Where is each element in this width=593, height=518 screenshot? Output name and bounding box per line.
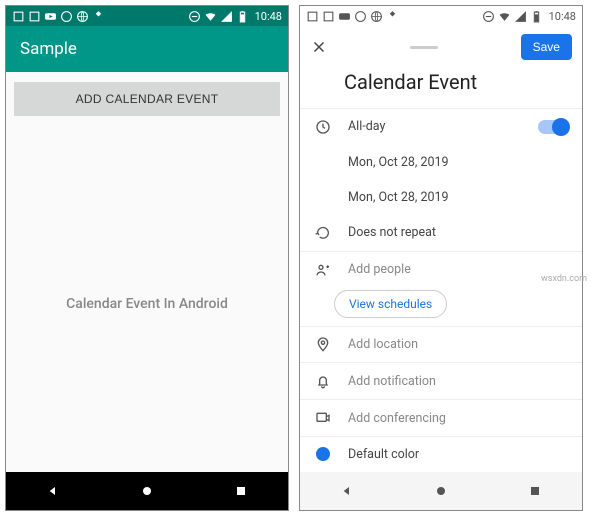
debug-icon	[92, 10, 105, 23]
status-bar: 10:48	[300, 6, 582, 26]
phone-calendar-event: 10:48 Save Calendar Event All-day Mon, O…	[299, 5, 583, 511]
signal-icon	[514, 10, 527, 23]
people-icon	[315, 262, 331, 278]
dnd-icon	[188, 10, 201, 23]
nav-bar	[300, 472, 582, 510]
watermark: wsxdn.com	[541, 274, 587, 284]
editor-header: Save	[300, 26, 582, 64]
location-icon	[315, 336, 331, 352]
view-schedules-chip[interactable]: View schedules	[334, 290, 447, 318]
notification-icon	[60, 10, 73, 23]
wifi-icon	[204, 10, 217, 23]
close-icon[interactable]	[310, 38, 328, 56]
event-editor-body: Save Calendar Event All-day Mon, Oct 28,…	[300, 26, 582, 472]
add-location-label: Add location	[348, 337, 418, 352]
nav-back-icon[interactable]	[45, 483, 61, 499]
color-row[interactable]: Default color	[300, 437, 582, 472]
app-bar: Sample	[6, 26, 288, 72]
allday-label: All-day	[348, 119, 385, 134]
nav-recent-icon[interactable]	[527, 483, 543, 499]
color-dot-icon	[316, 447, 330, 461]
add-conferencing-row[interactable]: Add conferencing	[300, 400, 582, 436]
status-icons-right: 10:48	[482, 10, 576, 23]
globe-icon	[76, 10, 89, 23]
bell-icon	[315, 373, 331, 389]
app-title: Sample	[20, 39, 77, 59]
add-notification-row[interactable]: Add notification	[300, 363, 582, 399]
start-date-text: Mon, Oct 28, 2019	[348, 155, 449, 170]
square-icon	[322, 10, 335, 23]
add-people-row[interactable]: Add people	[300, 252, 582, 288]
add-conferencing-label: Add conferencing	[348, 411, 446, 426]
allday-toggle[interactable]	[538, 120, 568, 134]
nav-bar	[6, 472, 288, 510]
repeat-icon	[315, 225, 331, 241]
nav-back-icon[interactable]	[339, 483, 355, 499]
square-icon	[12, 10, 25, 23]
status-icons-right: 10:48	[188, 10, 282, 23]
app-body: ADD CALENDAR EVENT Calendar Event In And…	[6, 72, 288, 472]
add-location-row[interactable]: Add location	[300, 326, 582, 362]
event-title[interactable]: Calendar Event	[300, 64, 582, 108]
nav-home-icon[interactable]	[433, 483, 449, 499]
nav-home-icon[interactable]	[139, 483, 155, 499]
repeat-row[interactable]: Does not repeat	[300, 215, 582, 251]
signal-icon	[220, 10, 233, 23]
dnd-icon	[482, 10, 495, 23]
clock-icon	[315, 119, 331, 135]
youtube-icon	[338, 10, 351, 23]
start-date-row[interactable]: Mon, Oct 28, 2019	[300, 145, 582, 180]
end-date-row[interactable]: Mon, Oct 28, 2019	[300, 180, 582, 215]
phone-sample-app: 10:48 Sample ADD CALENDAR EVENT Calendar…	[5, 5, 289, 511]
center-caption: Calendar Event In Android	[66, 296, 228, 312]
add-people-label: Add people	[348, 262, 411, 277]
square-icon	[28, 10, 41, 23]
status-icons-left	[306, 10, 399, 23]
status-icons-left	[12, 10, 105, 23]
repeat-label: Does not repeat	[348, 225, 436, 240]
default-color-label: Default color	[348, 447, 419, 462]
add-notification-label: Add notification	[348, 374, 436, 389]
battery-icon	[236, 10, 249, 23]
status-bar: 10:48	[6, 6, 288, 26]
end-date-text: Mon, Oct 28, 2019	[348, 190, 449, 205]
status-clock: 10:48	[255, 10, 282, 23]
nav-recent-icon[interactable]	[233, 483, 249, 499]
status-clock: 10:48	[549, 10, 576, 23]
square-icon	[306, 10, 319, 23]
allday-row[interactable]: All-day	[300, 109, 582, 145]
notification-icon	[354, 10, 367, 23]
wifi-icon	[498, 10, 511, 23]
sheet-grabber[interactable]	[410, 46, 438, 49]
add-calendar-event-button[interactable]: ADD CALENDAR EVENT	[14, 82, 280, 116]
save-button[interactable]: Save	[521, 34, 572, 60]
battery-icon	[530, 10, 543, 23]
debug-icon	[386, 10, 399, 23]
conference-icon	[315, 410, 331, 426]
youtube-icon	[44, 10, 57, 23]
globe-icon	[370, 10, 383, 23]
